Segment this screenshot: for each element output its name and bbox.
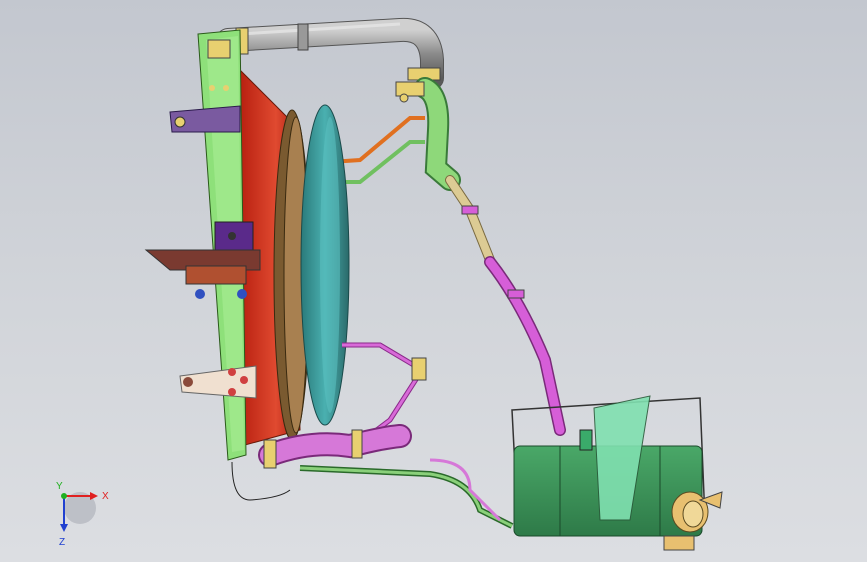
cad-viewport[interactable]: X Y Z [0,0,867,562]
z-axis-label: Z [59,537,65,548]
tank-filler-cap[interactable] [671,491,723,533]
thermostat-outlet-hose[interactable] [395,77,461,191]
x-axis-label: X [102,491,109,502]
expansion-tank[interactable] [511,395,706,551]
sensor-wire [231,461,291,501]
fan-blade-disk[interactable] [300,104,350,426]
y-axis-label: Y [56,481,63,492]
lower-mount-bracket[interactable] [179,365,257,399]
y-axis-dot [61,493,67,499]
coordinate-triad: X Y Z [56,481,109,548]
upper-radiator-hose[interactable] [216,17,444,90]
tank-feed-line[interactable] [299,458,514,529]
lower-radiator-hose[interactable] [258,424,412,469]
assembly-drawing[interactable]: X Y Z [0,0,867,562]
overflow-hose[interactable] [445,175,566,436]
